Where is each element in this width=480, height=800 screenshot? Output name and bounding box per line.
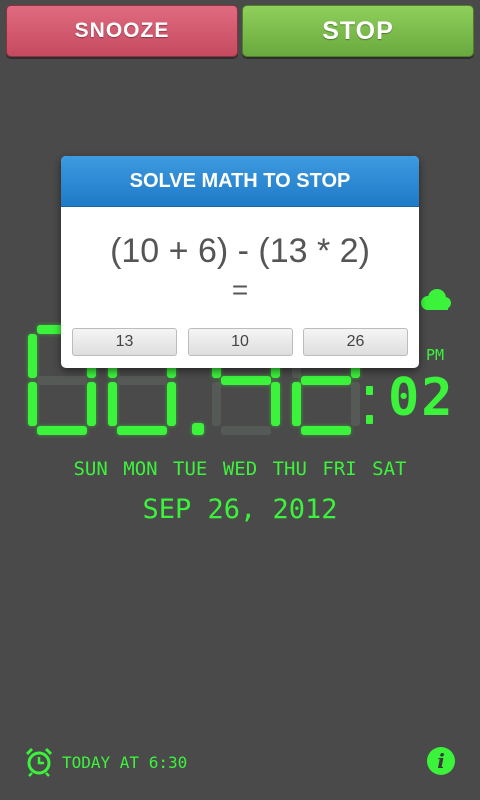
cloud-icon (421, 289, 451, 310)
digit-segment (301, 375, 351, 385)
digit-segment (212, 382, 221, 426)
digit-segment (301, 426, 351, 435)
digit-segment (28, 382, 37, 426)
date-display: SEP 26, 2012 (142, 494, 338, 525)
dialog-title: SOLVE MATH TO STOP (61, 156, 419, 207)
digit-segment (351, 382, 360, 426)
digit-segment (271, 382, 280, 426)
clock-separator (192, 423, 204, 435)
digit-segment (87, 382, 96, 426)
digit-segment (37, 426, 87, 435)
answer-button[interactable]: 13 (72, 328, 177, 356)
math-equation: (10 + 6) - (13 * 2) (110, 232, 370, 270)
equals-sign: = (231, 274, 249, 305)
alarm-clock-icon (25, 747, 53, 777)
next-alarm[interactable]: TODAY AT 6:30 (24, 745, 187, 779)
seconds-colon (366, 415, 373, 424)
seconds-display: 02 (388, 368, 455, 428)
weekday-mon: MON (123, 458, 158, 480)
digit-segment (28, 334, 37, 378)
answer-options: 13 10 26 (72, 328, 408, 356)
weekday-wed: WED (222, 458, 258, 480)
answer-button[interactable]: 26 (303, 328, 408, 356)
digit-segment (221, 426, 271, 435)
answer-button[interactable]: 10 (187, 328, 293, 356)
math-dialog: SOLVE MATH TO STOP (10 + 6) - (13 * 2) =… (61, 156, 419, 368)
stop-button[interactable]: STOP (242, 5, 474, 57)
digit-segment (117, 375, 167, 385)
weekday-tue: TUE (173, 458, 208, 480)
info-button[interactable]: i (427, 747, 455, 775)
weekday-sun: SUN (73, 458, 108, 480)
digit-segment (117, 426, 167, 435)
snooze-button[interactable]: SNOOZE (6, 5, 238, 57)
weekday-thu: THU (272, 458, 307, 480)
next-alarm-label: TODAY AT 6:30 (62, 752, 188, 772)
digit-segment (292, 382, 301, 426)
digit-segment (37, 375, 87, 385)
weekday-row: SUN MON TUE WED THU FRI SAT (0, 458, 480, 480)
digit-segment (221, 375, 271, 385)
weekday-sat: SAT (372, 458, 407, 480)
seconds-colon (366, 386, 373, 395)
am-pm-indicator: PM (426, 346, 445, 364)
digit-segment (167, 382, 176, 426)
weekday-fri: FRI (322, 458, 357, 480)
digit-segment (108, 382, 117, 426)
